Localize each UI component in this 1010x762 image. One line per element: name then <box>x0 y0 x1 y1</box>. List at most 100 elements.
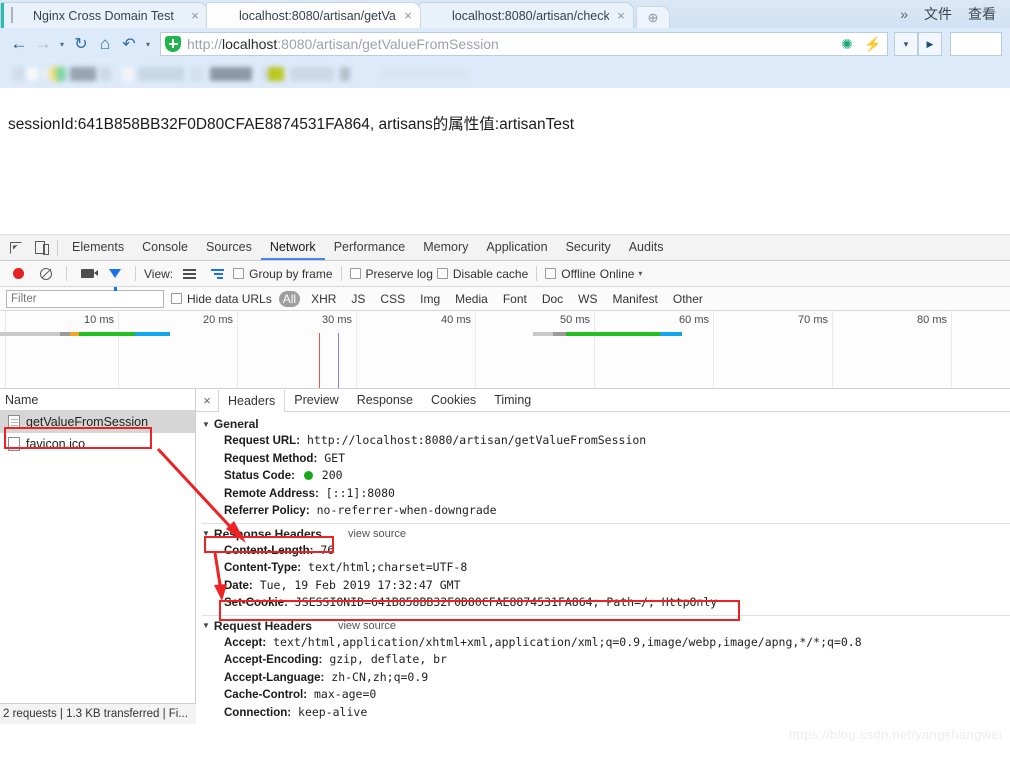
devtools-tab-performance[interactable]: Performance <box>325 235 415 260</box>
bookmark-item[interactable] <box>70 67 96 81</box>
bookmark-item[interactable] <box>26 67 39 81</box>
reload-button[interactable]: ↻ <box>70 32 92 56</box>
forward-button[interactable]: → <box>32 32 54 56</box>
bookmark-item[interactable] <box>380 67 470 81</box>
header-name: Date: <box>224 580 253 592</box>
checkbox-box[interactable] <box>545 268 556 279</box>
devtools-tab-audits[interactable]: Audits <box>620 235 673 260</box>
filter-chip-all[interactable]: All <box>279 291 300 307</box>
url-bar[interactable]: http://localhost:8080/artisan/getValueFr… <box>160 32 888 56</box>
network-timeline-overview[interactable]: 10 ms 20 ms 30 ms 40 ms 50 ms 60 ms 70 m… <box>0 311 1010 389</box>
toolbar-extra-box[interactable] <box>950 32 1002 56</box>
filter-input[interactable] <box>6 290 164 308</box>
bookmark-item[interactable] <box>210 67 252 81</box>
history-caret-icon[interactable]: ▾ <box>56 40 68 49</box>
home-button[interactable]: ⌂ <box>94 32 116 56</box>
devtools-tab-network[interactable]: Network <box>261 235 325 260</box>
new-tab-button[interactable]: ⊕ <box>636 6 670 28</box>
close-icon[interactable]: × <box>615 9 627 22</box>
go-button[interactable]: ▶ <box>918 32 942 56</box>
section-header-general[interactable]: ▼ General <box>202 417 1010 431</box>
detail-tab-timing[interactable]: Timing <box>485 389 540 411</box>
view-source-link[interactable]: view source <box>338 620 396 632</box>
browser-tab-3[interactable]: localhost:8080/artisan/check × <box>419 2 634 28</box>
header-name: Status Code: <box>224 470 295 482</box>
request-row-getvaluefromsession[interactable]: getValueFromSession <box>0 411 195 433</box>
bookmark-item[interactable] <box>340 67 350 81</box>
filter-chip-other[interactable]: Other <box>669 291 707 307</box>
capture-screenshots-icon[interactable] <box>75 263 99 285</box>
bookmark-item[interactable] <box>290 67 334 81</box>
close-icon[interactable]: × <box>189 9 201 22</box>
filter-chip-js[interactable]: JS <box>347 291 369 307</box>
bookmarks-bar[interactable] <box>0 60 1010 88</box>
filter-chip-doc[interactable]: Doc <box>538 291 567 307</box>
back-button[interactable]: ← <box>8 32 30 56</box>
inspect-element-icon[interactable] <box>4 237 28 259</box>
detail-tab-preview[interactable]: Preview <box>285 389 347 411</box>
translate-icon[interactable]: ✺ <box>837 34 857 54</box>
detail-tab-cookies[interactable]: Cookies <box>422 389 485 411</box>
devtools-panel: Elements Console Sources Network Perform… <box>0 235 1010 724</box>
undo-button[interactable]: ↶ <box>118 32 140 56</box>
close-icon[interactable]: × <box>402 9 414 22</box>
filter-chip-font[interactable]: Font <box>499 291 531 307</box>
devtools-tab-sources[interactable]: Sources <box>197 235 261 260</box>
lightning-icon[interactable]: ⚡ <box>863 34 883 54</box>
browser-tab-2[interactable]: localhost:8080/artisan/getVa × <box>206 2 421 28</box>
requests-column-header[interactable]: Name <box>0 389 195 411</box>
devtools-tab-application[interactable]: Application <box>477 235 556 260</box>
view-list-icon[interactable] <box>177 263 201 285</box>
overflow-chevrons-icon[interactable]: » <box>900 6 908 22</box>
bookmark-item[interactable] <box>190 67 204 81</box>
filter-chip-manifest[interactable]: Manifest <box>609 291 662 307</box>
filter-chip-img[interactable]: Img <box>416 291 444 307</box>
url-dropdown-button[interactable]: ▾ <box>894 32 918 56</box>
waterfall-bar-segment <box>70 332 79 336</box>
checkbox-box[interactable] <box>350 268 361 279</box>
devtools-tab-elements[interactable]: Elements <box>63 235 133 260</box>
clear-button[interactable] <box>34 263 58 285</box>
detail-tab-response[interactable]: Response <box>348 389 422 411</box>
throttling-value[interactable]: Online <box>600 267 635 281</box>
devtools-tab-memory[interactable]: Memory <box>414 235 477 260</box>
request-detail-pane: × Headers Preview Response Cookies Timin… <box>196 389 1010 724</box>
section-header-request-headers[interactable]: ▼ Request Headers view source <box>202 619 1010 633</box>
detail-tab-headers[interactable]: Headers <box>218 390 285 412</box>
request-row-favicon[interactable]: favicon.ico <box>0 433 195 455</box>
bookmark-item[interactable] <box>268 67 284 81</box>
chevron-down-icon[interactable]: ▾ <box>638 269 642 278</box>
undo-caret-icon[interactable]: ▾ <box>142 40 154 49</box>
offline-checkbox[interactable]: Offline <box>545 267 595 281</box>
bookmark-item[interactable] <box>122 67 134 81</box>
filter-chip-xhr[interactable]: XHR <box>307 291 340 307</box>
preserve-log-checkbox[interactable]: Preserve log <box>350 267 433 281</box>
close-icon[interactable]: × <box>196 393 218 408</box>
bookmark-item[interactable] <box>56 67 66 81</box>
view-source-link[interactable]: view source <box>348 528 406 540</box>
view-waterfall-icon[interactable] <box>205 263 229 285</box>
header-name: Request URL: <box>224 435 300 447</box>
header-name: Referrer Policy: <box>224 505 310 517</box>
section-header-response-headers[interactable]: ▼ Response Headers view source <box>202 527 1010 541</box>
disable-cache-checkbox[interactable]: Disable cache <box>437 267 528 281</box>
hide-data-urls-checkbox[interactable]: Hide data URLs <box>171 292 272 306</box>
group-by-frame-checkbox[interactable]: Group by frame <box>233 267 332 281</box>
devtools-tab-console[interactable]: Console <box>133 235 197 260</box>
bookmark-item[interactable] <box>101 67 111 81</box>
menu-item-file[interactable]: 文件 <box>924 4 952 24</box>
checkbox-box[interactable] <box>171 293 182 304</box>
filter-chip-media[interactable]: Media <box>451 291 492 307</box>
filter-chip-ws[interactable]: WS <box>574 291 601 307</box>
browser-tab-1[interactable]: Nginx Cross Domain Test × <box>0 2 208 28</box>
device-toolbar-icon[interactable] <box>28 237 52 259</box>
header-name: Content-Type: <box>224 562 301 574</box>
checkbox-box[interactable] <box>233 268 244 279</box>
bookmark-item[interactable] <box>138 67 184 81</box>
checkbox-box[interactable] <box>437 268 448 279</box>
menu-item-view[interactable]: 查看 <box>968 4 996 24</box>
record-button[interactable] <box>6 263 30 285</box>
filter-chip-css[interactable]: CSS <box>376 291 409 307</box>
devtools-tab-security[interactable]: Security <box>557 235 620 260</box>
filter-toggle-icon[interactable] <box>103 263 127 285</box>
